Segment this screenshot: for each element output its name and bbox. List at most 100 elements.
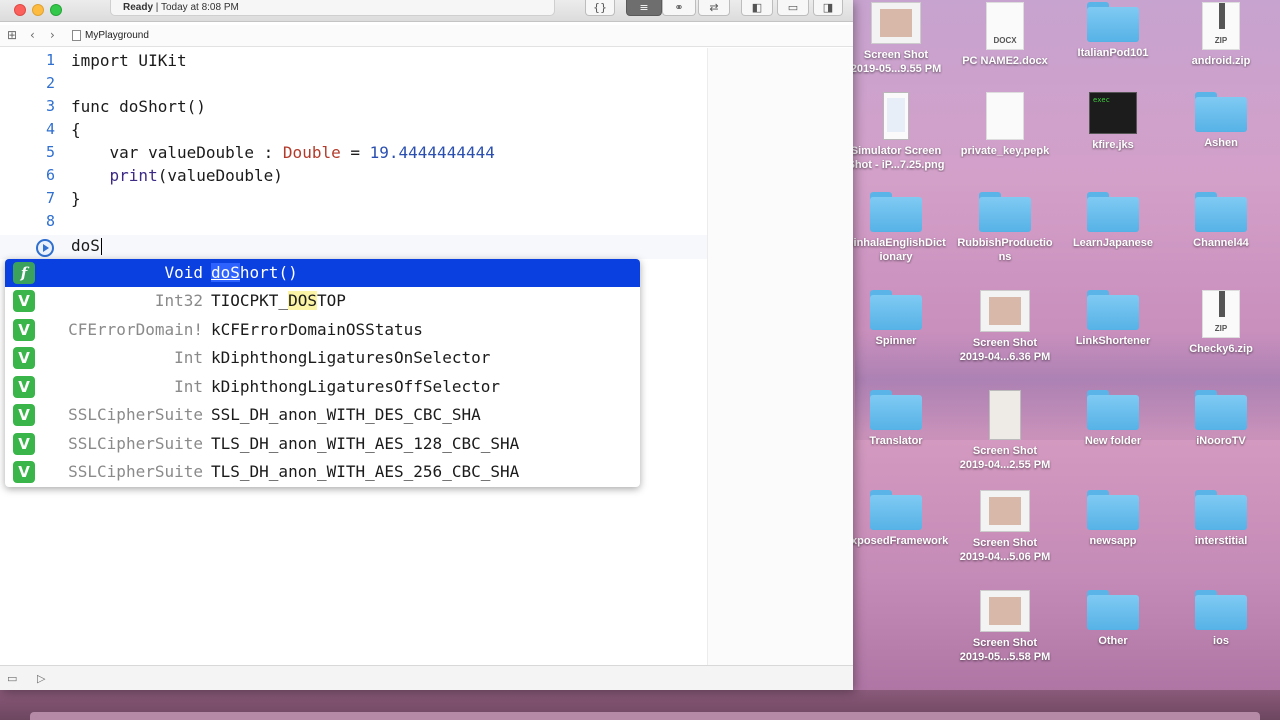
desktop-item[interactable]: iNooroTV <box>1167 390 1275 448</box>
toggle-debug-area-button[interactable]: ▭ <box>777 0 809 16</box>
screenshot-preview <box>880 9 912 37</box>
desktop-item-label: ios <box>1213 635 1229 647</box>
desktop-item[interactable]: Channel44 <box>1167 192 1275 250</box>
completion-match: DOS <box>288 291 317 310</box>
toggle-inspector-button[interactable]: ◨ <box>813 0 843 16</box>
standard-editor-button[interactable]: ≡ <box>626 0 662 16</box>
variable-kind-badge: V <box>13 347 35 369</box>
code-line[interactable]: var valueDouble : Double = 19.4444444444 <box>71 143 495 166</box>
current-line-highlight <box>0 235 707 259</box>
folder-icon <box>1087 490 1139 530</box>
desktop-item[interactable]: ZIP Checky6.zip <box>1167 290 1275 356</box>
desktop-item[interactable]: interstitial <box>1167 490 1275 548</box>
desktop-item-label: ns <box>998 251 1012 263</box>
completion-item-doShort[interactable]: f Void doShort() <box>5 259 640 287</box>
completion-item[interactable]: V Int kDiphthongLigaturesOffSelector <box>5 373 640 401</box>
desktop-item[interactable]: Translator <box>842 390 950 448</box>
code-line[interactable]: import UIKit <box>71 51 187 74</box>
completion-item[interactable]: V Int32 TIOCPKT_DOSTOP <box>5 287 640 315</box>
code-line[interactable]: func doShort() <box>71 97 206 120</box>
code-number-literal: 19.4444444444 <box>369 143 495 162</box>
assistant-editor-button[interactable]: ⚭ <box>662 0 696 16</box>
line-number: 4 <box>45 120 55 138</box>
completion-item[interactable]: V CFErrorDomain! kCFErrorDomainOSStatus <box>5 316 640 344</box>
desktop-item[interactable]: DOCX PC NAME2.docx <box>951 2 1059 68</box>
activity-viewer: Ready | Today at 8:08 PM <box>110 0 555 16</box>
desktop-item[interactable]: Screen Shot 2019-04...5.06 PM <box>951 490 1059 564</box>
code-line[interactable]: } <box>71 189 81 212</box>
desktop-item-label: 2019-04...2.55 PM <box>959 459 1051 471</box>
zoom-window-button[interactable] <box>50 4 62 16</box>
document-icon: DOCX <box>986 2 1024 50</box>
code-line[interactable]: print(valueDouble) <box>71 166 283 189</box>
completion-name: kDiphthongLigaturesOffSelector <box>211 377 500 396</box>
code-completion-popup[interactable]: f Void doShort() V Int32 TIOCPKT_DOSTOP … <box>5 259 640 487</box>
line-number: 7 <box>45 189 55 207</box>
toggle-navigator-button[interactable]: ◧ <box>741 0 773 16</box>
folder-icon <box>1087 192 1139 232</box>
line-number: 2 <box>45 74 55 92</box>
desktop-item[interactable]: LearnJapanese <box>1059 192 1167 250</box>
desktop-item[interactable]: private_key.pepk <box>951 92 1059 158</box>
desktop-item[interactable]: Ashen <box>1167 92 1275 150</box>
console-toggle-icon[interactable]: ▭ <box>7 672 17 685</box>
breadcrumb[interactable]: MyPlayground <box>72 30 149 41</box>
desktop-item[interactable]: Screen Shot 2019-05...5.58 PM <box>951 590 1059 664</box>
desktop-item[interactable]: Screen Shot 2019-04...6.36 PM <box>951 290 1059 364</box>
desktop-item-label: Screen Shot <box>972 637 1038 649</box>
code-text: (valueDouble) <box>157 166 283 185</box>
desktop-item-label: Channel44 <box>1193 237 1249 249</box>
code-line[interactable]: { <box>71 120 81 143</box>
code-line-current[interactable]: doS <box>71 236 102 259</box>
desktop-item[interactable]: Screen Shot 2019-05...9.55 PM <box>842 2 950 76</box>
desktop-item-label: kfire.jks <box>1092 139 1134 151</box>
desktop-item[interactable]: Other <box>1059 590 1167 648</box>
desktop-item-label: Screen Shot <box>972 537 1038 549</box>
desktop-item[interactable]: ZIP android.zip <box>1167 2 1275 68</box>
completion-item[interactable]: V SSLCipherSuite TLS_DH_anon_WITH_AES_12… <box>5 430 640 458</box>
folder-icon <box>979 192 1031 232</box>
snippet-library-button[interactable]: {} <box>585 0 615 16</box>
desktop-item[interactable]: RubbishProductio ns <box>951 192 1059 264</box>
zip-archive-icon: ZIP <box>1202 2 1240 50</box>
folder-icon <box>1195 192 1247 232</box>
desktop-item[interactable]: exec kfire.jks <box>1059 92 1167 152</box>
variable-kind-badge: V <box>13 376 35 398</box>
desktop-item[interactable]: newsapp <box>1059 490 1167 548</box>
desktop-item[interactable]: Spinner <box>842 290 950 348</box>
desktop-item-label: Spinner <box>875 335 917 347</box>
variable-kind-badge: V <box>13 290 35 312</box>
dock[interactable] <box>30 712 1260 720</box>
close-window-button[interactable] <box>14 4 26 16</box>
version-editor-button[interactable]: ⇄ <box>698 0 730 16</box>
desktop-item-label: LearnJapanese <box>1072 237 1154 249</box>
back-arrow-icon[interactable]: ‹ <box>30 28 35 42</box>
completion-item[interactable]: V SSLCipherSuite TLS_DH_anon_WITH_AES_25… <box>5 458 640 486</box>
grid-icon[interactable]: ⊞ <box>7 28 17 42</box>
line-number: 5 <box>45 143 55 161</box>
breadcrumb-file-name: MyPlayground <box>85 30 149 41</box>
zip-archive-icon: ZIP <box>1202 290 1240 338</box>
desktop-item[interactable]: SinhalaEnglishDict ionary <box>842 192 950 264</box>
run-line-button[interactable] <box>36 239 54 257</box>
desktop-item[interactable]: ios <box>1167 590 1275 648</box>
completion-item[interactable]: V SSLCipherSuite SSL_DH_anon_WITH_DES_CB… <box>5 401 640 429</box>
run-icon[interactable]: ▷ <box>37 672 45 685</box>
screenshot-icon <box>871 2 921 44</box>
desktop-item[interactable]: Screen Shot 2019-04...2.55 PM <box>951 390 1059 472</box>
completion-return-type: SSLCipherSuite <box>68 462 203 481</box>
file-type-tag: ZIP <box>1214 324 1228 333</box>
completion-item[interactable]: V Int kDiphthongLigaturesOnSelector <box>5 344 640 372</box>
minimize-window-button[interactable] <box>32 4 44 16</box>
forward-arrow-icon[interactable]: › <box>50 28 55 42</box>
desktop-item[interactable]: LinkShortener <box>1059 290 1167 348</box>
screenshot-icon <box>989 390 1021 440</box>
desktop-item-label: SinhalaEnglishDict <box>846 237 946 249</box>
folder-icon <box>870 290 922 330</box>
screenshot-icon <box>980 490 1030 532</box>
blank-icon <box>842 590 950 632</box>
desktop-item[interactable]: ExposedFramework <box>842 490 950 548</box>
desktop-item[interactable]: Simulator Screen Shot - iP...7.25.png <box>842 92 950 172</box>
desktop-item[interactable]: New folder <box>1059 390 1167 448</box>
desktop-item[interactable]: ItalianPod101 <box>1059 2 1167 60</box>
